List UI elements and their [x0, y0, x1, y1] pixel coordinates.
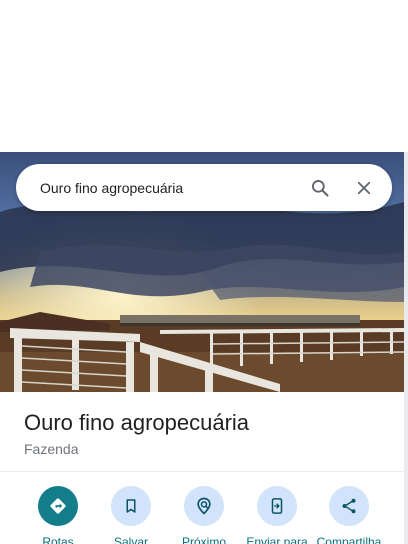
save-circle [111, 486, 151, 526]
share-circle [329, 486, 369, 526]
send-to-phone-button[interactable]: Enviar para [239, 486, 315, 544]
scrollbar[interactable] [404, 152, 408, 544]
place-title: Ouro fino agropecuária [24, 410, 250, 435]
share-icon [342, 498, 356, 514]
place-info: Ouro fino agropecuária Fazenda [24, 408, 249, 459]
save-button[interactable]: Salvar [93, 486, 169, 544]
nearby-icon [197, 497, 211, 515]
share-label: Compartilha [316, 535, 382, 544]
directions-circle [38, 486, 78, 526]
divider [0, 471, 404, 472]
send-to-phone-circle [257, 486, 297, 526]
share-button[interactable]: Compartilha [311, 486, 387, 544]
bookmark-icon [126, 499, 136, 513]
search-input[interactable]: Ouro fino agropecuária [40, 180, 300, 196]
close-icon [357, 181, 371, 194]
send-to-phone-label: Enviar para [246, 535, 308, 544]
search-box[interactable]: Ouro fino agropecuária [16, 164, 392, 211]
nearby-circle [184, 486, 224, 526]
action-bar: Rotas Salvar Próximo Enviar para Compart… [0, 486, 404, 544]
directions-label: Rotas [42, 535, 74, 544]
nearby-button[interactable]: Próximo [166, 486, 242, 544]
search-button[interactable] [300, 168, 340, 208]
directions-icon [50, 498, 66, 514]
send-to-phone-icon [271, 498, 283, 514]
directions-button[interactable]: Rotas [20, 486, 96, 544]
search-icon [312, 179, 329, 196]
close-button[interactable] [344, 168, 384, 208]
nearby-label: Próximo [181, 535, 226, 544]
place-category[interactable]: Fazenda [24, 439, 249, 459]
save-label: Salvar [113, 535, 148, 544]
place-panel: Ouro fino agropecuária Ouro fino agropec… [0, 152, 404, 544]
